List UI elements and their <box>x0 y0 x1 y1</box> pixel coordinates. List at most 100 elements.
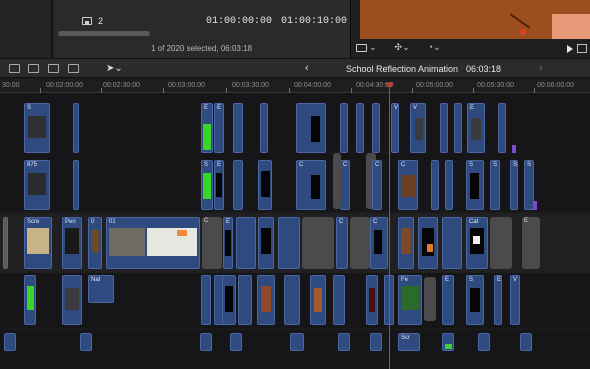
timeline-clip[interactable] <box>201 275 211 325</box>
timeline-clip[interactable]: Pen <box>62 217 82 269</box>
timeline-clip[interactable]: V <box>410 103 426 153</box>
timeline-clip[interactable] <box>445 160 453 210</box>
timeline-clip[interactable] <box>238 275 252 325</box>
timeline-canvas[interactable]: S E E V V E 875 S E C C C C S S S S Scre… <box>0 93 590 369</box>
timeline-clip[interactable] <box>236 217 256 269</box>
gap-clip[interactable] <box>424 277 436 321</box>
timeline-clip[interactable] <box>431 160 439 210</box>
timeline-clip[interactable] <box>290 333 304 351</box>
play-icon[interactable] <box>567 45 573 53</box>
clip-thumbnail <box>216 173 222 197</box>
clip-label: C <box>401 162 406 168</box>
timeline-clip[interactable]: E <box>214 160 224 210</box>
timeline-clip[interactable]: S <box>510 160 518 210</box>
timeline-clip[interactable] <box>62 275 82 325</box>
timeline-clip[interactable]: 0 <box>88 217 102 269</box>
timeline-clip[interactable] <box>80 333 92 351</box>
append-clip-icon[interactable] <box>48 64 59 73</box>
transform-button[interactable]: ✣⌄ <box>395 42 410 53</box>
browser-scrollbar[interactable] <box>58 31 348 36</box>
timeline-clip[interactable] <box>333 275 345 325</box>
timeline-clip[interactable] <box>73 103 79 153</box>
timeline-clip[interactable]: E <box>223 217 233 269</box>
timeline-clip[interactable] <box>284 275 300 325</box>
timeline-clip[interactable]: Scr <box>398 333 420 351</box>
timeline-clip[interactable]: Cat <box>466 217 488 269</box>
timeline-clip[interactable] <box>258 160 272 210</box>
timeline-clip[interactable]: Nat <box>88 275 114 303</box>
timeline-clip[interactable] <box>24 275 36 325</box>
timeline-clip[interactable]: S <box>24 103 50 153</box>
timeline-clip[interactable]: Fe <box>398 275 422 325</box>
overwrite-clip-icon[interactable] <box>68 64 79 73</box>
timeline-clip[interactable] <box>4 333 16 351</box>
connect-clip-icon[interactable] <box>9 64 20 73</box>
timeline-clip[interactable]: S <box>466 160 484 210</box>
timeline-clip[interactable] <box>258 217 274 269</box>
timeline-clip[interactable] <box>418 217 438 269</box>
timeline-clip[interactable] <box>310 275 326 325</box>
time-ruler[interactable]: 30:00 00:02:00:00 00:02:30:00 00:03:00:0… <box>0 79 590 93</box>
timeline-clip[interactable] <box>222 275 236 325</box>
gap-clip[interactable] <box>302 217 334 269</box>
timeline-clip[interactable]: C <box>398 160 418 210</box>
timeline-clip[interactable]: V <box>391 103 399 153</box>
timeline-clip[interactable] <box>498 103 506 153</box>
timeline-clip[interactable] <box>372 103 380 153</box>
timeline-clip[interactable] <box>338 333 350 351</box>
timeline-clip[interactable]: C <box>372 160 382 210</box>
timeline-clip[interactable]: C <box>340 160 350 210</box>
timeline-toolbar: ➤⌄ ‹ School Reflection Animation 06:03:1… <box>0 58 590 78</box>
select-tool-icon[interactable]: ➤⌄ <box>106 63 123 74</box>
speed-button[interactable]: ◔⌄ <box>428 42 441 53</box>
timeline-clip[interactable] <box>442 333 454 351</box>
timeline-clip[interactable]: E <box>442 275 454 325</box>
gap-clip[interactable] <box>350 217 370 269</box>
timeline-clip[interactable] <box>296 103 326 153</box>
timeline-clip[interactable] <box>257 275 275 325</box>
timeline-clip[interactable] <box>398 217 414 269</box>
timeline-clip[interactable] <box>3 217 8 269</box>
forward-button[interactable]: › <box>539 62 543 74</box>
gap-clip[interactable]: C <box>202 217 222 269</box>
timeline-clip[interactable]: S <box>490 160 500 210</box>
timeline-clip[interactable]: E <box>467 103 485 153</box>
timeline-clip[interactable] <box>200 333 212 351</box>
timeline-clip[interactable]: E <box>494 275 502 325</box>
timeline-clip[interactable] <box>73 160 79 210</box>
timeline-clip[interactable]: C <box>296 160 326 210</box>
timeline-clip[interactable] <box>260 103 268 153</box>
timeline-clip[interactable] <box>233 160 243 210</box>
timeline-clip[interactable] <box>520 333 532 351</box>
timeline-clip[interactable]: E <box>201 103 213 153</box>
timeline-clip[interactable] <box>370 333 382 351</box>
timeline-clip[interactable] <box>454 103 462 153</box>
timeline-clip[interactable] <box>356 103 364 153</box>
timeline-clip[interactable]: S <box>466 275 484 325</box>
timeline-clip[interactable]: C <box>370 217 388 269</box>
timeline-clip[interactable] <box>440 103 448 153</box>
scroll-thumb[interactable] <box>58 31 150 36</box>
timeline-clip[interactable]: 01 <box>106 217 200 269</box>
timeline-clip[interactable] <box>442 217 462 269</box>
timeline-clip[interactable] <box>278 217 300 269</box>
timeline-clip[interactable] <box>233 103 243 153</box>
timeline-clip[interactable]: V <box>510 275 520 325</box>
timeline-clip[interactable] <box>366 275 378 325</box>
gap-clip[interactable] <box>333 153 341 209</box>
timeline-clip[interactable]: Scre <box>24 217 52 269</box>
view-options-button[interactable]: ⌄ <box>356 42 377 53</box>
timeline-clip[interactable]: 875 <box>24 160 50 210</box>
playhead[interactable] <box>389 85 390 369</box>
gap-clip[interactable]: E <box>522 217 540 269</box>
back-button[interactable]: ‹ <box>305 62 309 74</box>
insert-clip-icon[interactable] <box>28 64 39 73</box>
timeline-clip[interactable]: E <box>214 103 224 153</box>
timeline-clip[interactable] <box>340 103 348 153</box>
gap-clip[interactable] <box>490 217 512 269</box>
fullscreen-icon[interactable] <box>577 44 587 53</box>
timeline-clip[interactable]: S <box>201 160 213 210</box>
timeline-clip[interactable] <box>230 333 242 351</box>
timeline-clip[interactable]: C <box>336 217 348 269</box>
timeline-clip[interactable] <box>478 333 490 351</box>
